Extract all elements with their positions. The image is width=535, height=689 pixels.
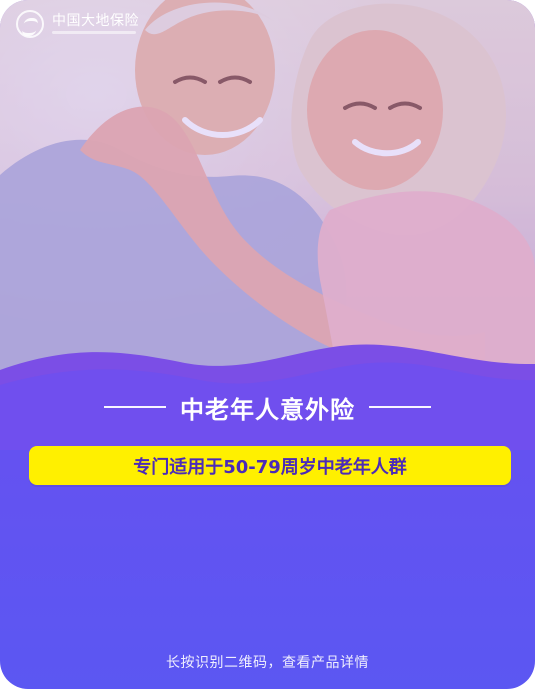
brand-logo: 中国大地保险 xyxy=(16,10,139,38)
heading-left-line xyxy=(104,406,166,408)
brand-text: 中国大地保险 xyxy=(52,14,139,34)
brand-name: 中国大地保险 xyxy=(52,13,139,29)
brand-underline xyxy=(52,31,136,34)
product-title: 中老年人意外险 xyxy=(180,395,355,424)
qr-instruction: 长按识别二维码，查看产品详情 xyxy=(166,655,369,671)
heading-right-line xyxy=(369,406,431,408)
poster-card: 中国大地保险 中老年人意外险 专门适用于50-79周岁中老年人群 长按识别二维码… xyxy=(0,0,535,689)
age-range-banner: 专门适用于50-79周岁中老年人群 xyxy=(29,446,511,485)
circle-brand-icon xyxy=(16,10,44,38)
product-heading: 中老年人意外险 xyxy=(0,387,535,427)
